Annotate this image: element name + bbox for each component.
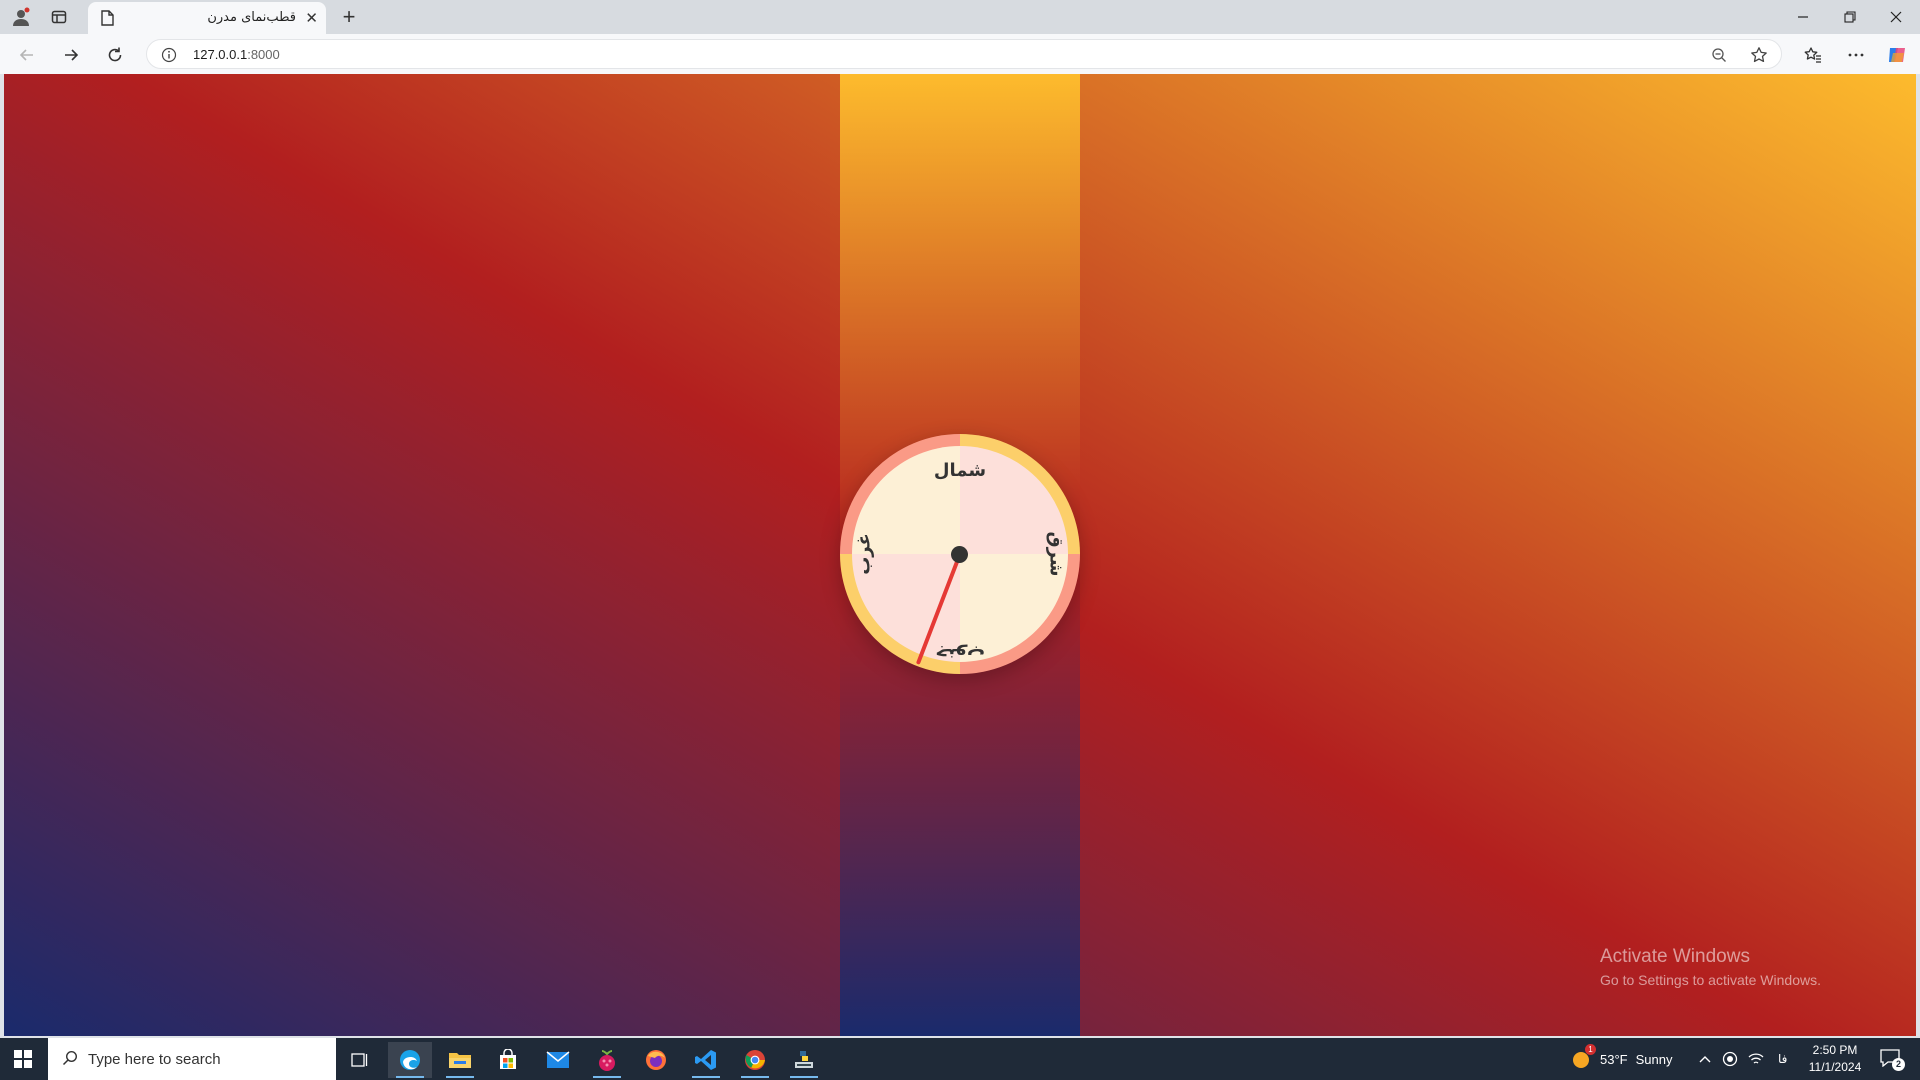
network-icon[interactable] — [1748, 1038, 1764, 1080]
favorites-icon[interactable] — [1800, 42, 1826, 68]
profile-icon[interactable] — [10, 6, 32, 28]
notification-count-badge: 2 — [1892, 1058, 1905, 1071]
compass-center-hub — [951, 546, 968, 563]
weather-sun-icon: 1 — [1570, 1044, 1596, 1070]
page-viewport: شمال شرق جنوب غرب Activate Windows Go to… — [4, 74, 1916, 1036]
copilot-icon[interactable] — [1884, 42, 1910, 68]
python-app-icon[interactable] — [782, 1042, 826, 1078]
compass-east-label: شرق — [1045, 531, 1067, 577]
browser-toolbar: 127.0.0.1:8000 — [0, 34, 1920, 74]
vscode-icon[interactable] — [684, 1042, 728, 1078]
forward-icon[interactable] — [58, 42, 84, 68]
search-icon — [62, 1050, 78, 1071]
mail-icon[interactable] — [536, 1042, 580, 1078]
restore-icon[interactable] — [1833, 5, 1867, 29]
weather-widget[interactable]: 1 53°F Sunny — [1570, 1038, 1672, 1080]
compass-south-label: جنوب — [935, 644, 985, 665]
close-window-icon[interactable] — [1879, 5, 1913, 29]
close-tab-icon[interactable]: ✕ — [305, 9, 318, 27]
record-icon[interactable] — [1722, 1038, 1738, 1080]
compass-west-label: غرب — [853, 533, 875, 575]
language-indicator[interactable]: فا — [1778, 1038, 1787, 1080]
zoom-out-icon[interactable] — [1709, 45, 1729, 65]
site-info-icon[interactable] — [159, 45, 179, 65]
task-view-icon[interactable] — [338, 1042, 382, 1078]
firefox-icon[interactable] — [634, 1042, 678, 1078]
show-hidden-icons-chevron-icon[interactable] — [1698, 1038, 1712, 1080]
address-bar[interactable]: 127.0.0.1:8000 — [146, 39, 1782, 69]
new-tab-button[interactable]: + — [336, 4, 362, 30]
microsoft-store-icon[interactable] — [486, 1042, 530, 1078]
taskbar-clock[interactable]: 2:50 PM 11/1/2024 — [1800, 1042, 1870, 1076]
back-icon[interactable] — [14, 42, 40, 68]
page-icon — [100, 10, 114, 31]
minimize-icon[interactable] — [1786, 5, 1820, 29]
url-text[interactable]: 127.0.0.1:8000 — [193, 47, 280, 62]
file-explorer-icon[interactable] — [438, 1042, 482, 1078]
windows-start-icon[interactable] — [8, 1047, 38, 1071]
browser-titlebar: قطب‌نمای مدرن ✕ + — [0, 0, 1920, 34]
taskbar: Type here to search 1 53°F Sunny فا 2:50… — [0, 1038, 1920, 1080]
weather-alert-badge: 1 — [1585, 1044, 1596, 1055]
raspberry-app-icon[interactable] — [585, 1042, 629, 1078]
more-options-icon[interactable] — [1843, 42, 1869, 68]
notifications-icon[interactable]: 2 — [1880, 1038, 1905, 1080]
tab-title: قطب‌نمای مدرن — [207, 10, 296, 25]
chrome-icon[interactable] — [733, 1042, 777, 1078]
taskbar-search-box[interactable]: Type here to search — [48, 1038, 336, 1080]
compass: شمال شرق جنوب غرب — [840, 434, 1080, 674]
tab-actions-icon[interactable] — [48, 6, 70, 28]
compass-north-label: شمال — [933, 460, 987, 481]
activate-windows-watermark: Activate Windows Go to Settings to activ… — [1600, 946, 1821, 988]
edge-taskbar-icon[interactable] — [388, 1042, 432, 1078]
reload-icon[interactable] — [102, 42, 128, 68]
active-tab[interactable]: قطب‌نمای مدرن ✕ — [88, 2, 326, 34]
favorite-star-icon[interactable] — [1749, 45, 1769, 65]
